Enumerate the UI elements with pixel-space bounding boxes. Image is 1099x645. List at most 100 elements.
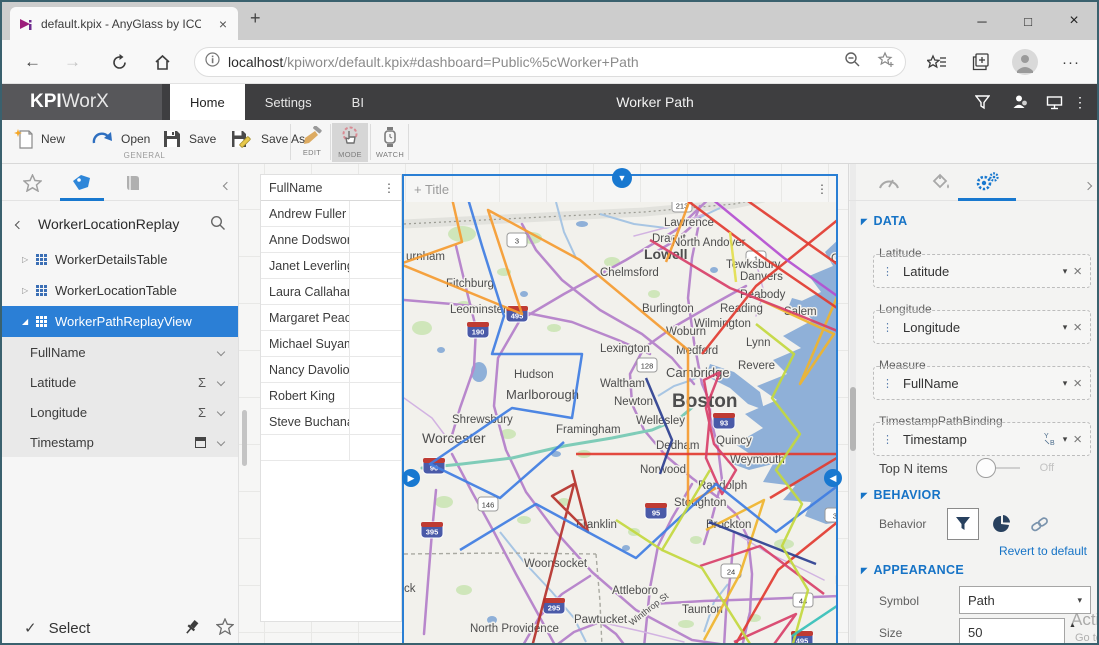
section-header-behavior[interactable]: ◤BEHAVIOR (861, 488, 941, 502)
section-header-data[interactable]: ◤DATA (861, 214, 908, 228)
field-dropdown-icon[interactable] (217, 348, 225, 356)
section-header-appearance[interactable]: ◤APPEARANCE (861, 563, 964, 577)
browser-tab[interactable]: default.kpix - AnyGlass by ICONI × (10, 7, 238, 40)
cell-fullname[interactable]: Michael Suyama (261, 331, 350, 356)
favorites-bar-icon[interactable] (924, 49, 950, 75)
back-icon[interactable]: ← (24, 52, 41, 72)
mode-button-selected[interactable]: MODE (332, 123, 368, 162)
app-tab-bi[interactable]: BI (332, 84, 384, 120)
new-button[interactable]: New (14, 126, 65, 152)
favorites-tab-star-icon[interactable] (12, 171, 52, 195)
binding-dropdown-icon[interactable]: ▾ (1063, 322, 1068, 333)
drag-handle-icon[interactable]: ⋮ (882, 265, 893, 278)
window-maximize-button[interactable]: □ (1005, 2, 1051, 40)
table-row[interactable]: Margaret Peacock (261, 305, 401, 331)
binding-latitude[interactable]: ⋮Latitude▾× (873, 254, 1091, 288)
binding-dropdown-icon[interactable]: ▾ (1063, 378, 1068, 389)
binding-dropdown-icon[interactable]: ▾ (1063, 434, 1068, 445)
binding-dropdown-icon[interactable]: ▾ (1063, 266, 1068, 277)
field-longitude[interactable]: LongitudeΣ (2, 397, 238, 427)
dataset-back-icon[interactable] (16, 215, 22, 233)
column-header-fullname[interactable]: FullName (261, 181, 323, 195)
add-favorite-icon[interactable] (877, 51, 895, 73)
select-mode-label[interactable]: Select (49, 620, 91, 637)
binding-longitude[interactable]: ⋮Longitude▾× (873, 310, 1091, 344)
profile-avatar[interactable] (1012, 49, 1038, 75)
edit-mode-button[interactable]: EDIT (294, 123, 330, 162)
field-dropdown-icon[interactable] (217, 378, 225, 386)
binding-timestamppathbinding[interactable]: ⋮TimestampYB▾× (873, 422, 1091, 456)
behavior-link-icon[interactable] (1025, 508, 1055, 540)
drag-handle-icon[interactable]: ⋮ (882, 433, 893, 446)
cell-fullname[interactable]: Margaret Peacock (261, 305, 350, 330)
map-canvas[interactable]: 3213149519012893901463959524442954953urn… (404, 202, 836, 645)
panel-scrollbar-thumb[interactable] (850, 387, 856, 451)
new-tab-button[interactable]: + (250, 8, 261, 29)
table-row[interactable]: Laura Callahan (261, 279, 401, 305)
table-row[interactable]: Janet Leverling (261, 253, 401, 279)
favorite-star-icon[interactable] (216, 618, 234, 640)
cell-fullname[interactable]: Steve Buchanan (261, 409, 350, 434)
window-close-button[interactable]: × (1051, 2, 1097, 40)
filter-icon[interactable] (971, 92, 993, 112)
panel-collapse-icon[interactable] (1085, 176, 1091, 194)
cell-fullname[interactable]: Janet Leverling (261, 253, 350, 278)
watch-mode-button[interactable]: WATCH (372, 123, 408, 162)
cell-fullname[interactable]: Andrew Fuller (261, 201, 350, 226)
cell-fullname[interactable] (261, 435, 350, 460)
binding-measure[interactable]: ⋮FullName▾× (873, 366, 1091, 400)
url-text[interactable]: localhost/kpiworx/default.kpix#dashboard… (228, 54, 639, 70)
widget-handle-right-icon[interactable]: ◀ (824, 469, 842, 487)
zoom-out-icon[interactable] (844, 51, 861, 73)
tags-tab-icon[interactable] (62, 171, 102, 195)
field-timestamp[interactable]: Timestamp (2, 427, 238, 457)
behavior-filter-button[interactable] (947, 508, 979, 540)
user-icon[interactable] (1009, 92, 1031, 112)
pages-tab-icon[interactable] (112, 171, 152, 195)
field-dropdown-icon[interactable] (217, 438, 225, 446)
collapsed-icon[interactable]: ▷ (22, 286, 36, 295)
table-row[interactable]: Anne Dodsworth (261, 227, 401, 253)
cell-fullname[interactable]: Laura Callahan (261, 279, 350, 304)
style-tab-icon[interactable] (921, 170, 961, 194)
field-dropdown-icon[interactable] (217, 408, 225, 416)
binding-remove-icon[interactable]: × (1073, 263, 1082, 280)
present-icon[interactable] (1043, 92, 1065, 112)
map-widget[interactable]: + Title ⋮ 321314951901289390146395952444… (402, 174, 838, 645)
aggregate-sigma-icon[interactable]: Σ (198, 405, 206, 420)
pin-icon[interactable] (184, 619, 200, 641)
window-minimize-button[interactable]: ─ (959, 2, 1005, 40)
table-row[interactable]: Robert King (261, 383, 401, 409)
sidebar-scrollbar-thumb[interactable] (242, 410, 247, 466)
app-tab-home[interactable]: Home (170, 84, 245, 120)
time-grouping-icon[interactable]: YB (1044, 432, 1057, 446)
widget-handle-top-icon[interactable]: ▼ (612, 168, 632, 188)
cell-fullname[interactable]: Anne Dodsworth (261, 227, 350, 252)
field-fullname[interactable]: FullName (2, 337, 238, 367)
drag-handle-icon[interactable]: ⋮ (882, 321, 893, 334)
address-bar[interactable]: localhost/kpiworx/default.kpix#dashboard… (194, 47, 906, 77)
table-row[interactable]: Michael Suyama (261, 331, 401, 357)
table-row[interactable]: Nancy Davolio (261, 357, 401, 383)
tree-item-WorkerDetailsTable[interactable]: ▷WorkerDetailsTable (2, 244, 238, 275)
fullname-table-widget[interactable]: FullName ⋮ Andrew FullerAnne DodsworthJa… (260, 174, 402, 622)
expanded-icon[interactable]: ◢ (22, 317, 36, 326)
tree-item-WorkerPathReplayView[interactable]: ◢WorkerPathReplayView (2, 306, 238, 337)
browser-menu-icon[interactable]: ··· (1058, 49, 1084, 75)
save-button[interactable]: Save (162, 126, 216, 152)
map-menu-icon[interactable]: ⋮ (816, 182, 828, 196)
revert-to-default-link[interactable]: Revert to default (999, 544, 1087, 558)
size-input[interactable] (959, 618, 1065, 645)
home-icon[interactable] (149, 49, 175, 75)
table-row[interactable]: Andrew Fuller (261, 201, 401, 227)
widget-handle-left-icon[interactable]: ▶ (402, 469, 420, 487)
table-menu-icon[interactable]: ⋮ (383, 181, 401, 195)
binding-remove-icon[interactable]: × (1073, 431, 1082, 448)
app-tab-settings[interactable]: Settings (245, 84, 332, 120)
collapsed-icon[interactable]: ▷ (22, 255, 36, 264)
settings-tab-icon[interactable] (967, 170, 1007, 194)
app-menu-icon[interactable]: ⋮ (1069, 92, 1091, 112)
refresh-icon[interactable] (106, 49, 132, 75)
behavior-pie-icon[interactable] (987, 508, 1017, 540)
top-n-toggle[interactable] (976, 458, 1022, 478)
